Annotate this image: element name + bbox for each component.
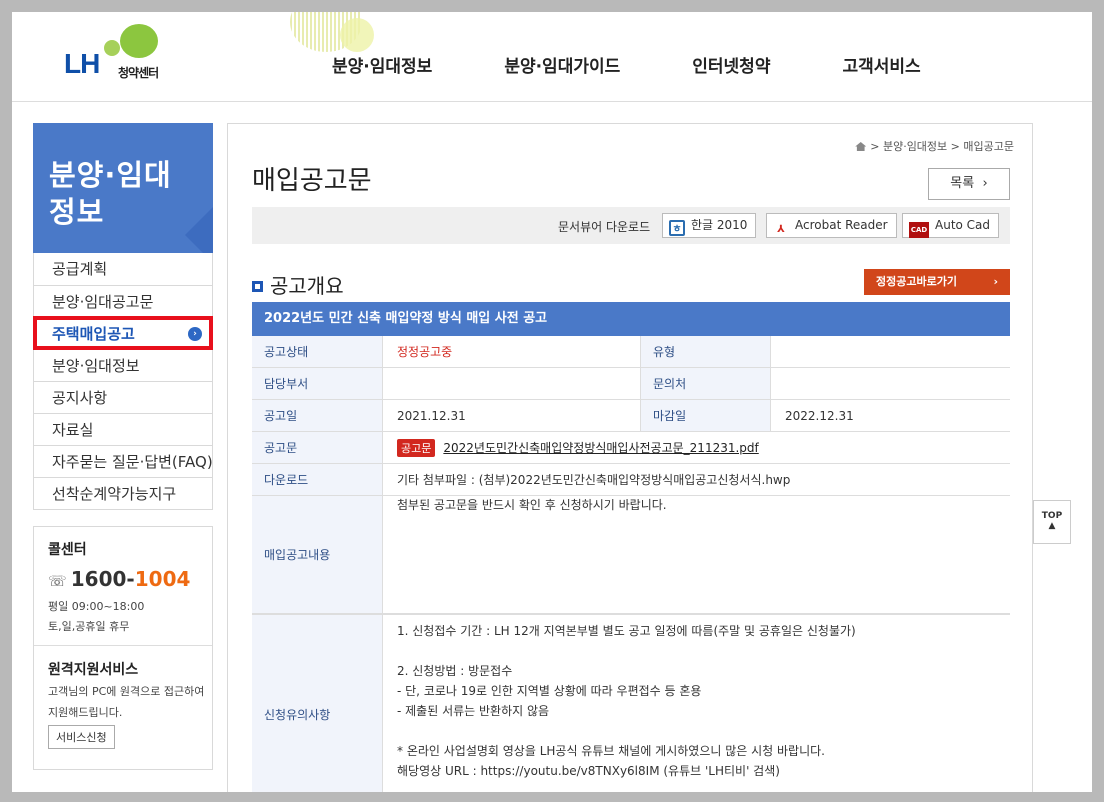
table-row: 공고일 2021.12.31 마감일 2022.12.31 (252, 400, 1010, 432)
autocad-viewer-button[interactable]: CAD Auto Cad (902, 213, 1000, 238)
main-content: > 분양·임대정보 > 매입공고문 매입공고문 목록 › 문서뷰어 다운로드 ㅎ… (227, 123, 1033, 792)
table-row: 공고상태 정정공고중 유형 (252, 336, 1010, 368)
remote-support-title: 원격지원서비스 (48, 662, 139, 678)
table-row: 담당부서 문의처 (252, 368, 1010, 400)
contact-value (770, 368, 1010, 399)
sidebar-item-label: 주택매입공고 (52, 325, 135, 343)
breadcrumb-item[interactable]: 분양·임대정보 (883, 140, 947, 153)
table-row: 신청유의사항 1. 신청접수 기간 : LH 12개 지역본부별 별도 공고 일… (252, 614, 1010, 792)
table-row: 다운로드 기타 첨부파일 : (첨부)2022년도민간신축매입약정방식매입공고신… (252, 464, 1010, 496)
notice-file-link[interactable]: 2022년도민간신축매입약정방식매입사전공고문_211231.pdf (443, 439, 758, 456)
list-button[interactable]: 목록 › (928, 168, 1010, 200)
logo-text: LH (64, 48, 100, 79)
notice-table: 2022년도 민간 신축 매입약정 방식 매입 사전 공고 공고상태 정정공고중… (252, 302, 1010, 792)
note-line (397, 721, 1010, 741)
logo-leaf-icon (104, 40, 120, 56)
nav-internet-subscription[interactable]: 인터넷청약 (692, 52, 770, 77)
table-header-cell: 공고문 (252, 432, 382, 463)
logo-subtitle: 청약센터 (118, 66, 159, 80)
notice-date-value: 2021.12.31 (382, 400, 640, 431)
service-apply-button[interactable]: 서비스신청 (48, 725, 115, 749)
table-header-cell: 유형 (640, 336, 770, 367)
notice-file-cell: 공고문 2022년도민간신축매입약정방식매입사전공고문_211231.pdf (382, 432, 1010, 463)
square-bullet-icon (252, 281, 263, 292)
breadcrumb: > 분양·임대정보 > 매입공고문 (855, 138, 1014, 154)
table-header-cell: 마감일 (640, 400, 770, 431)
site-header: LH 청약센터 분양·임대정보 분양·임대가이드 인터넷청약 고객서비스 (12, 12, 1092, 102)
sidebar-item-notices[interactable]: 공지사항 (34, 381, 212, 413)
note-line: - 단, 코로나 19로 인한 지역별 상황에 따라 우편접수 등 혼용 (397, 684, 702, 698)
deadline-value: 2022.12.31 (770, 400, 1010, 431)
call-center-phone: ☏ 1600-1004 (48, 567, 191, 591)
sidebar: 분양·임대 정보 공급계획 분양·임대공고문 주택매입공고 › 분양·임대정보 … (33, 123, 213, 510)
breadcrumb-item[interactable]: 매입공고문 (963, 140, 1014, 153)
phone-icon: ☏ (48, 572, 67, 590)
nav-sale-rental-guide[interactable]: 분양·임대가이드 (504, 52, 620, 77)
sidebar-item-sale-info[interactable]: 분양·임대정보 (34, 349, 212, 381)
section-title: 공고개요 (252, 270, 344, 299)
main-nav: 분양·임대정보 분양·임대가이드 인터넷청약 고객서비스 (332, 52, 993, 77)
pdf-icon: ⅄ (777, 224, 785, 235)
nav-customer-service[interactable]: 고객서비스 (842, 52, 920, 77)
dept-value (382, 368, 640, 399)
viewer-download-bar: 문서뷰어 다운로드 ㅎ 한글 2010 ⅄ Acrobat Reader CAD Au… (252, 207, 1010, 244)
content-value: 첨부된 공고문을 반드시 확인 후 신청하시기 바랍니다. (382, 496, 1010, 613)
lh-logo[interactable]: LH 청약센터 (64, 22, 174, 82)
scroll-top-button[interactable]: TOP ▲ (1033, 500, 1071, 544)
remote-support-desc: 고객님의 PC에 원격으로 접근하여 지원해드립니다. (48, 685, 205, 719)
correction-notice-button[interactable]: 정정공고바로가기 › (864, 269, 1010, 295)
logo-leaf-icon (120, 24, 158, 58)
table-header-cell: 신청유의사항 (252, 615, 382, 792)
table-header-cell: 매입공고내용 (252, 496, 382, 613)
hwp-icon: ㅎ (669, 220, 685, 236)
sidebar-item-first-come[interactable]: 선착순계약가능지구 (34, 477, 212, 509)
table-header-cell: 공고일 (252, 400, 382, 431)
sidebar-menu: 공급계획 분양·임대공고문 주택매입공고 › 분양·임대정보 공지사항 자료실 … (33, 253, 213, 510)
nav-sale-rental-info[interactable]: 분양·임대정보 (332, 52, 432, 77)
attachment-link[interactable]: 기타 첨부파일 : (첨부)2022년도민간신축매입약정방식매입공고신청서식.h… (382, 464, 1010, 495)
note-line: * 온라인 사업설명회 영상을 LH공식 유튜브 채널에 게시하였으니 많은 시… (397, 744, 825, 758)
table-header-cell: 담당부서 (252, 368, 382, 399)
hwp-viewer-button[interactable]: ㅎ 한글 2010 (662, 213, 757, 238)
note-line: - 제출된 서류는 반환하지 않음 (397, 704, 550, 718)
page-title: 매입공고문 (252, 166, 372, 196)
table-header-cell: 공고상태 (252, 336, 382, 367)
table-header-cell: 다운로드 (252, 464, 382, 495)
table-row: 매입공고내용 첨부된 공고문을 반드시 확인 후 신청하시기 바랍니다. (252, 496, 1010, 614)
call-center-title: 콜센터 (48, 542, 87, 558)
caret-up-icon: ▲ (1048, 521, 1056, 531)
call-center-hours: 평일 09:00~18:00 토,일,공휴일 휴무 (48, 600, 145, 633)
chevron-right-icon: › (993, 275, 998, 288)
note-line: 해당영상 URL : https://youtu.be/v8TNXy6l8IM … (397, 764, 780, 778)
sidebar-title: 분양·임대 정보 (33, 123, 213, 253)
sidebar-item-housing-purchase[interactable]: 주택매입공고 › (33, 316, 213, 350)
note-line (397, 641, 1010, 661)
autocad-icon: CAD (909, 222, 929, 238)
note-line: 1. 신청접수 기간 : LH 12개 지역본부별 별도 공고 일정에 따름(주… (397, 624, 856, 638)
status-value: 정정공고중 (382, 336, 640, 367)
acrobat-viewer-button[interactable]: ⅄ Acrobat Reader (766, 213, 897, 238)
home-icon[interactable] (855, 142, 867, 151)
notes-value: 1. 신청접수 기간 : LH 12개 지역본부별 별도 공고 일정에 따름(주… (382, 615, 1010, 792)
sidebar-decoration (185, 207, 213, 253)
notice-heading: 2022년도 민간 신축 매입약정 방식 매입 사전 공고 (252, 302, 1010, 336)
sidebar-item-faq[interactable]: 자주묻는 질문·답변(FAQ) (34, 445, 213, 477)
note-line: 2. 신청방법 : 방문접수 (397, 664, 513, 678)
notice-tag: 공고문 (397, 438, 436, 457)
call-center-box: 콜센터 ☏ 1600-1004 평일 09:00~18:00 토,일,공휴일 휴무… (33, 526, 213, 770)
sidebar-item-archive[interactable]: 자료실 (34, 413, 212, 445)
type-value (770, 336, 1010, 367)
sidebar-item-supply-plan[interactable]: 공급계획 (34, 253, 212, 285)
viewer-download-label: 문서뷰어 다운로드 (558, 220, 651, 234)
chevron-right-icon: › (188, 327, 202, 341)
sidebar-item-sale-notices[interactable]: 분양·임대공고문 (34, 285, 212, 317)
table-row: 공고문 공고문 2022년도민간신축매입약정방식매입사전공고문_211231.p… (252, 432, 1010, 464)
page-frame: LH 청약센터 분양·임대정보 분양·임대가이드 인터넷청약 고객서비스 분양·… (12, 12, 1092, 792)
sidebar-title-line: 분양·임대 (49, 158, 172, 192)
table-header-cell: 문의처 (640, 368, 770, 399)
divider (34, 645, 212, 646)
